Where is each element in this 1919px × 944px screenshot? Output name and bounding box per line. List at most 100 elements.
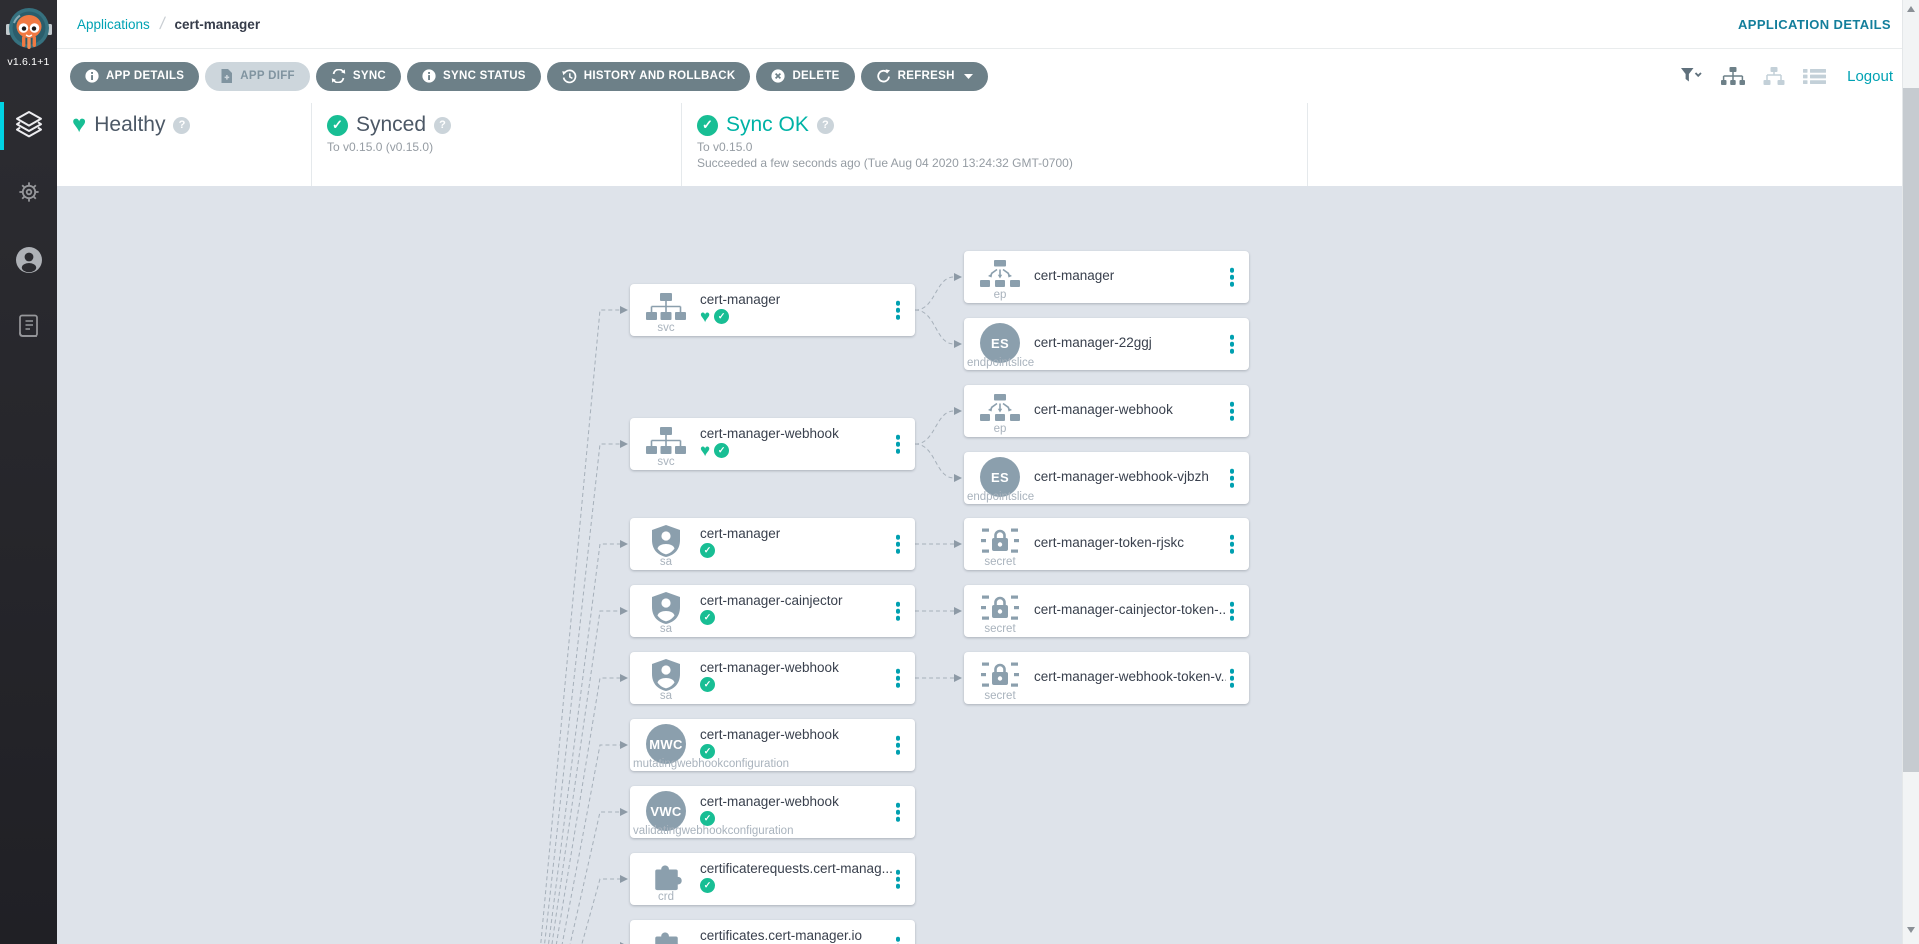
help-icon[interactable] bbox=[817, 117, 834, 134]
resource-node-secret[interactable]: cert-manager-token-rjskcsecret bbox=[964, 518, 1249, 570]
resource-name: cert-manager-webhook bbox=[700, 727, 839, 742]
node-menu-button[interactable] bbox=[1227, 265, 1238, 290]
node-menu-button[interactable] bbox=[893, 733, 904, 758]
node-menu-button[interactable] bbox=[1227, 532, 1238, 557]
health-icons bbox=[700, 677, 715, 692]
sync-button[interactable]: SYNC bbox=[316, 62, 401, 91]
svc-icon bbox=[645, 425, 687, 457]
operation-status-section: Sync OK To v0.15.0 Succeeded a few secon… bbox=[682, 103, 1308, 186]
resource-kind-label: svc bbox=[630, 456, 702, 468]
crd-icon bbox=[645, 860, 687, 892]
node-menu-button[interactable] bbox=[1227, 599, 1238, 624]
filter-icon[interactable] bbox=[1681, 68, 1704, 84]
node-menu-button[interactable] bbox=[893, 666, 904, 691]
resource-node-endpointslice[interactable]: EScert-manager-22ggjendpointslice bbox=[964, 318, 1249, 370]
resource-name: cert-manager-webhook bbox=[700, 660, 839, 675]
resource-node-ep[interactable]: cert-manager-webhookep bbox=[964, 385, 1249, 437]
history-and-rollback-button[interactable]: HISTORY AND ROLLBACK bbox=[547, 62, 751, 91]
node-menu-button[interactable] bbox=[1227, 666, 1238, 691]
resource-name: certificaterequests.cert-manag... bbox=[700, 861, 892, 876]
node-menu-button[interactable] bbox=[893, 800, 904, 825]
health-icons bbox=[700, 543, 715, 558]
resource-node-svc[interactable]: cert-manager-webhook svc bbox=[630, 418, 915, 470]
health-icons bbox=[700, 878, 715, 893]
health-icons bbox=[700, 610, 715, 625]
network-view-icon[interactable] bbox=[1762, 67, 1786, 86]
resource-node-secret[interactable]: cert-manager-webhook-token-v... secret bbox=[964, 652, 1249, 704]
resource-kind-label: ep bbox=[964, 289, 1036, 301]
resource-node-ep[interactable]: cert-manager ep bbox=[964, 251, 1249, 303]
resource-kind-label: sa bbox=[630, 623, 702, 635]
help-icon[interactable] bbox=[173, 117, 190, 134]
scroll-up-arrow[interactable] bbox=[1907, 6, 1915, 12]
sync-revision: To v0.15.0 (v0.15.0) bbox=[327, 140, 681, 155]
delete-button[interactable]: DELETE bbox=[756, 62, 854, 91]
health-status-section: Healthy bbox=[72, 103, 312, 186]
node-menu-button[interactable] bbox=[893, 532, 904, 557]
resource-node-endpointslice[interactable]: EScert-manager-webhook-vjbzhendpointslic… bbox=[964, 452, 1249, 504]
node-menu-button[interactable] bbox=[893, 934, 904, 944]
resource-node-secret[interactable]: cert-manager-cainjector-token-...secret bbox=[964, 585, 1249, 637]
crd-icon bbox=[645, 927, 687, 944]
logout-link[interactable]: Logout bbox=[1847, 68, 1893, 85]
node-menu-button[interactable] bbox=[1227, 332, 1238, 357]
node-menu-button[interactable] bbox=[893, 298, 904, 323]
gear-icon bbox=[16, 179, 42, 210]
ep-icon bbox=[979, 258, 1021, 290]
resource-kind-label: secret bbox=[964, 690, 1036, 702]
resource-node-mutatingwebhookconfiguration[interactable]: MWCcert-manager-webhookmutatingwebhookco… bbox=[630, 719, 915, 771]
list-view-icon[interactable] bbox=[1803, 68, 1826, 85]
operation-revision: To v0.15.0 bbox=[697, 140, 1307, 155]
resource-node-sa[interactable]: cert-manager-cainjectorsa bbox=[630, 585, 915, 637]
node-menu-button[interactable] bbox=[1227, 399, 1238, 424]
sa-icon bbox=[645, 592, 687, 624]
resource-node-sa[interactable]: cert-manager-webhooksa bbox=[630, 652, 915, 704]
resource-node-validatingwebhookconfiguration[interactable]: VWCcert-manager-webhookvalidatingwebhook… bbox=[630, 786, 915, 838]
resource-tree: cert-managersvccert-manager-webhooksvcce… bbox=[57, 186, 1902, 944]
sync-status-section: Synced To v0.15.0 (v0.15.0) bbox=[312, 103, 682, 186]
sync-status-button[interactable]: SYNC STATUS bbox=[407, 62, 541, 91]
refresh-button[interactable]: REFRESH bbox=[861, 62, 988, 91]
resource-kind-label: secret bbox=[964, 556, 1036, 568]
resource-node-svc[interactable]: cert-managersvc bbox=[630, 284, 915, 336]
node-menu-button[interactable] bbox=[893, 599, 904, 624]
resource-kind-label: endpointslice bbox=[967, 357, 1034, 369]
resource-name: cert-manager-22ggj bbox=[1034, 335, 1152, 350]
vertical-scrollbar[interactable] bbox=[1902, 0, 1919, 944]
breadcrumb-applications-link[interactable]: Applications bbox=[77, 17, 150, 32]
info-icon bbox=[85, 69, 99, 83]
resource-kind-label: mutatingwebhookconfiguration bbox=[633, 758, 789, 770]
resource-name: cert-manager-webhook bbox=[1034, 402, 1173, 417]
resource-name: cert-manager-webhook-token-v... bbox=[1034, 669, 1226, 684]
sidebar-item-applications[interactable] bbox=[0, 92, 57, 160]
resource-node-sa[interactable]: cert-managersa bbox=[630, 518, 915, 570]
resource-name: cert-manager-webhook-vjbzh bbox=[1034, 469, 1209, 484]
node-menu-button[interactable] bbox=[893, 867, 904, 892]
check-icon bbox=[700, 677, 715, 692]
help-icon[interactable] bbox=[434, 117, 451, 134]
argocd-app: v1.6.1+1 Applications/cert-manager APPLI… bbox=[0, 0, 1919, 944]
health-icons bbox=[700, 309, 729, 324]
health-icons bbox=[700, 811, 715, 826]
resource-node-crd[interactable]: certificates.cert-manager.iocrd bbox=[630, 920, 915, 944]
resource-kind-label: sa bbox=[630, 556, 702, 568]
resource-name: cert-manager bbox=[1034, 268, 1114, 283]
view-icons bbox=[1681, 67, 1826, 86]
sidebar-item-docs[interactable] bbox=[0, 296, 57, 364]
scroll-down-arrow[interactable] bbox=[1907, 927, 1915, 933]
scrollbar-thumb[interactable] bbox=[1903, 88, 1919, 772]
node-menu-button[interactable] bbox=[893, 432, 904, 457]
app-diff-button: APP DIFF bbox=[205, 62, 310, 91]
application-details-link[interactable]: APPLICATION DETAILS bbox=[1738, 17, 1891, 32]
graph-view-icon[interactable] bbox=[1721, 67, 1745, 86]
argo-octopus-logo bbox=[6, 7, 52, 53]
health-icons bbox=[700, 744, 715, 759]
node-menu-button[interactable] bbox=[1227, 466, 1238, 491]
sidebar-item-user[interactable] bbox=[0, 228, 57, 296]
resource-name: cert-manager-webhook bbox=[700, 426, 839, 441]
resource-node-crd[interactable]: certificaterequests.cert-manag...crd bbox=[630, 853, 915, 905]
app-details-button[interactable]: APP DETAILS bbox=[70, 62, 199, 91]
operation-status-label: Sync OK bbox=[726, 113, 809, 137]
sidebar-item-settings[interactable] bbox=[0, 160, 57, 228]
check-icon bbox=[327, 115, 348, 136]
